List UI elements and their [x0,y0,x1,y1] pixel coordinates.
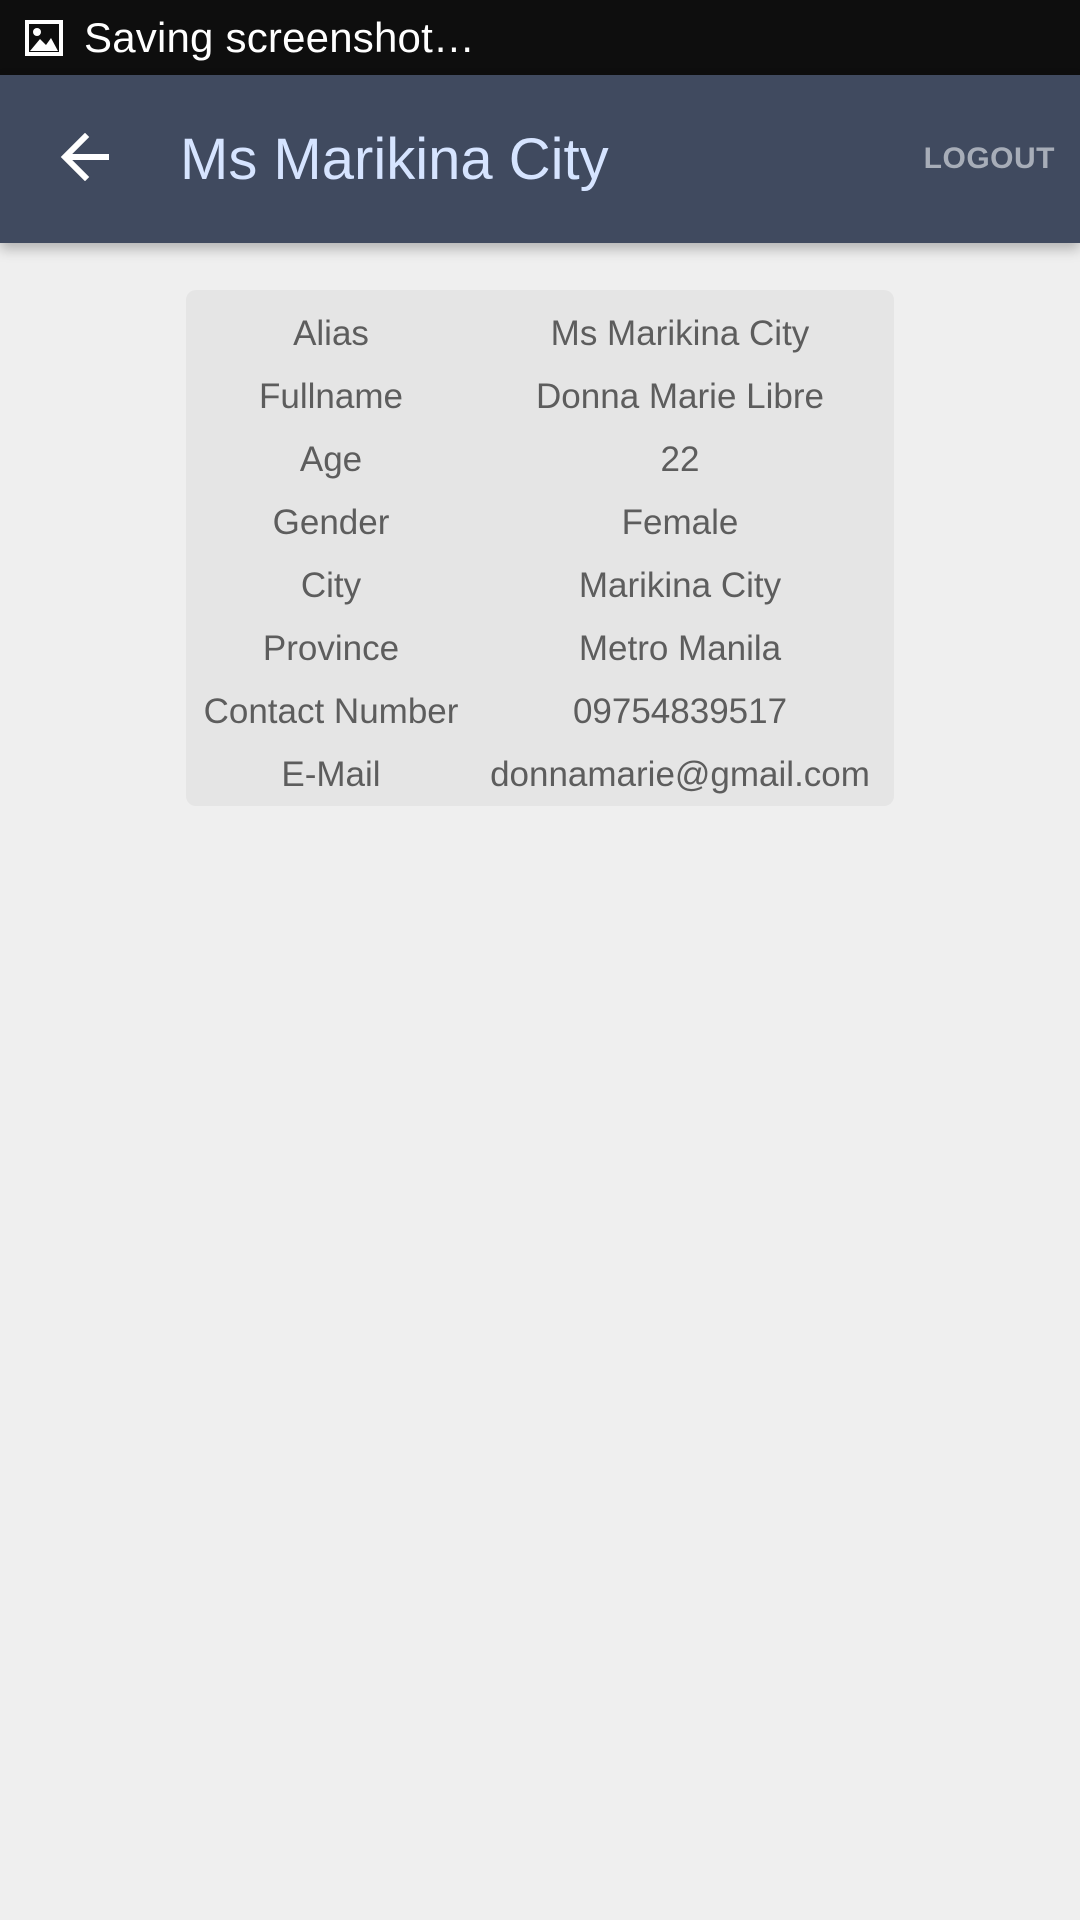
profile-row-email: E-Mail donnamarie@gmail.com [186,743,894,806]
profile-row-province: Province Metro Manila [186,617,894,680]
profile-label: Gender [272,502,390,542]
status-text: Saving screenshot… [84,13,476,61]
profile-label: Fullname [259,376,403,416]
profile-label: Contact Number [203,691,459,731]
profile-card: Alias Ms Marikina City Fullname Donna Ma… [186,290,894,806]
profile-value: Ms Marikina City [550,313,810,353]
profile-row-city: City Marikina City [186,554,894,617]
profile-value: Marikina City [578,565,782,605]
page-title: Ms Marikina City [180,126,609,192]
arrow-left-icon [59,132,111,186]
profile-value: 22 [660,439,700,479]
profile-value: 09754839517 [572,691,788,731]
profile-label: Age [299,439,363,479]
profile-value: donnamarie@gmail.com [490,754,870,794]
profile-label: Alias [293,313,369,353]
profile-label: City [300,565,362,605]
profile-value: Donna Marie Libre [536,376,824,416]
status-bar: Saving screenshot… [0,0,1080,75]
profile-row-gender: Gender Female [186,491,894,554]
logout-button[interactable]: LOGOUT [924,142,1055,176]
profile-label: E-Mail [281,754,381,794]
app-bar: Ms Marikina City LOGOUT [0,75,1080,243]
profile-row-contact-number: Contact Number 09754839517 [186,680,894,743]
profile-value: Female [621,502,739,542]
profile-value: Metro Manila [578,628,782,668]
back-button[interactable] [29,103,141,215]
profile-row-alias: Alias Ms Marikina City [186,302,894,365]
profile-label: Province [262,628,400,668]
profile-row-age: Age 22 [186,428,894,491]
profile-table: Alias Ms Marikina City Fullname Donna Ma… [186,302,894,806]
image-icon [24,18,64,58]
profile-row-fullname: Fullname Donna Marie Libre [186,365,894,428]
